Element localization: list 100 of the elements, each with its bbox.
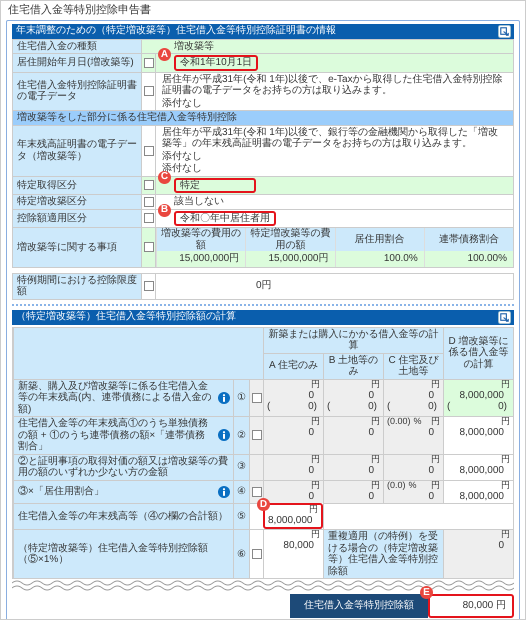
amount-value: 8,000,000: [458, 427, 505, 439]
checkbox[interactable]: [252, 392, 262, 403]
yen-unit: 円: [371, 417, 380, 428]
yen-unit: 円: [311, 454, 320, 465]
checkbox[interactable]: [144, 196, 154, 207]
amount-value: 0: [367, 464, 375, 476]
table-cell: 100.00%: [424, 251, 513, 267]
yen-unit: 円: [501, 417, 510, 428]
amount-value: 0: [367, 427, 375, 439]
row-label: 住宅借入金等の年末残高等（④の欄の合計額）: [18, 510, 229, 522]
yen-unit: 円: [311, 530, 320, 540]
row-number: ③: [233, 454, 249, 480]
checkbox[interactable]: [144, 86, 154, 96]
amount-value: 0: [497, 540, 505, 552]
rate-text: (0.00): [387, 417, 411, 428]
yen-unit: 円: [501, 480, 510, 491]
joint-amount: 0): [428, 401, 437, 413]
row-number: ⑤: [233, 503, 249, 530]
row-label: ②と証明事項の取得対価の額又は増改築等の費用の額のいずれか少ない方の金額: [18, 456, 229, 479]
field-value: 0円: [256, 280, 272, 292]
field-label: 控除額適用区分: [13, 210, 141, 228]
field-label: 特定増改築区分: [13, 195, 141, 209]
window-icon[interactable]: [498, 310, 511, 324]
field-label: 特例期間における控除限度額: [13, 274, 141, 299]
yen-unit: 円: [371, 380, 380, 390]
section-title: （特定増改築等）住宅借入金等特別控除額の計算: [16, 311, 236, 323]
row-label: ③×「居住用割合」: [18, 486, 105, 498]
checkbox[interactable]: [144, 58, 154, 68]
table-cell: 100.0%: [334, 251, 424, 267]
checkbox[interactable]: [144, 242, 154, 252]
amount-value: 0: [307, 427, 315, 439]
parenthesis: (: [267, 401, 270, 413]
row-number: ④: [233, 480, 249, 504]
field-label: 住宅借入金の種類: [13, 40, 141, 54]
field-value: 特定: [174, 178, 256, 194]
parenthesis: (: [447, 401, 450, 413]
field-label: 居住開始年月日(増改築等): [13, 54, 141, 72]
checkbox[interactable]: [144, 281, 154, 292]
callout-badge: E: [420, 586, 433, 600]
table-cell: 15,000,000円: [156, 251, 246, 267]
yen-unit: 円: [309, 505, 318, 515]
column-header: 増改築等の費用の額: [156, 228, 246, 252]
row-label: 重複適用（の特例）を受ける場合の（特定増改築等）住宅借入金等特別控除額: [323, 529, 443, 578]
checkbox[interactable]: [144, 213, 154, 224]
row-number: ①: [233, 378, 249, 416]
amount-value: 8,000,000: [458, 490, 505, 502]
total-field: 80,000 円: [428, 594, 514, 618]
joint-amount: 0): [368, 401, 377, 413]
column-header: 連帯債務割合: [424, 228, 513, 252]
yen-unit: 円: [311, 380, 320, 390]
page-title: 住宅借入金等特別控除申告書: [7, 2, 152, 18]
window-icon[interactable]: [498, 24, 511, 38]
amount-value: 8,000,000: [268, 514, 314, 526]
yen-unit: 円: [371, 480, 380, 491]
yen-unit: 円: [431, 380, 440, 390]
amount-value: 8,000,000: [458, 390, 505, 402]
joint-amount: 0): [498, 401, 507, 413]
field-value: 増改築等: [174, 40, 214, 52]
amount-value: 80,000: [282, 540, 315, 552]
column-header: 居住用割合: [334, 228, 424, 252]
amount-value: 0: [367, 390, 375, 402]
field-label: 増改築等に関する事項: [13, 228, 141, 267]
amount-value: 0: [427, 490, 435, 502]
amount-value: 0: [427, 464, 435, 476]
amount-value: 8,000,000: [458, 464, 505, 476]
checkbox[interactable]: [144, 146, 154, 156]
note-text: 居住年が平成31年(令和 1年)以後で、e-Taxから取得した住宅借入金特別控除証明書の電子データをお持ちの方は取り込みます。: [162, 74, 504, 97]
row-label: （特定増改築等）住宅借入金等特別控除額（⑤×1%）: [18, 542, 209, 566]
checkbox[interactable]: [252, 486, 262, 497]
total-label: 住宅借入金等特別控除額: [290, 594, 428, 618]
yen-unit: 円: [431, 480, 440, 491]
joint-amount: 0): [308, 401, 317, 413]
yen-unit: 円: [311, 480, 320, 491]
row-number: ⑥: [233, 529, 249, 578]
column-group-header: 新築または購入にかかる借入金等の計算: [263, 326, 443, 353]
yen-unit: 円: [501, 530, 510, 540]
checkbox[interactable]: [252, 549, 262, 560]
checkbox[interactable]: [252, 430, 262, 440]
field-value: 令和〇年中居住者用: [174, 210, 276, 226]
info-icon[interactable]: [218, 392, 230, 404]
amount-value: 0: [367, 490, 375, 502]
field-value: 該当しない: [174, 196, 224, 208]
percent-unit: %: [408, 480, 417, 491]
row-number: ②: [233, 416, 249, 454]
amount-value: 0: [427, 390, 435, 402]
yen-unit: 円: [501, 454, 510, 465]
amount-value: 0: [307, 390, 315, 402]
amount-value: 0: [307, 464, 315, 476]
column-header: C 住宅及び土地等: [383, 352, 443, 379]
info-icon[interactable]: [218, 486, 230, 498]
field-label: 特定取得区分: [13, 176, 141, 194]
column-header: 特定増改築等の費用の額: [245, 228, 334, 252]
parenthesis: (: [327, 401, 330, 413]
yen-unit: 円: [311, 417, 320, 428]
checkbox[interactable]: [144, 180, 154, 190]
amount-value: 0: [307, 490, 315, 502]
field-value: 令和1年10月1日: [174, 55, 258, 71]
info-icon[interactable]: [218, 429, 230, 442]
parenthesis: (: [387, 401, 390, 413]
yen-unit: 円: [371, 454, 380, 465]
